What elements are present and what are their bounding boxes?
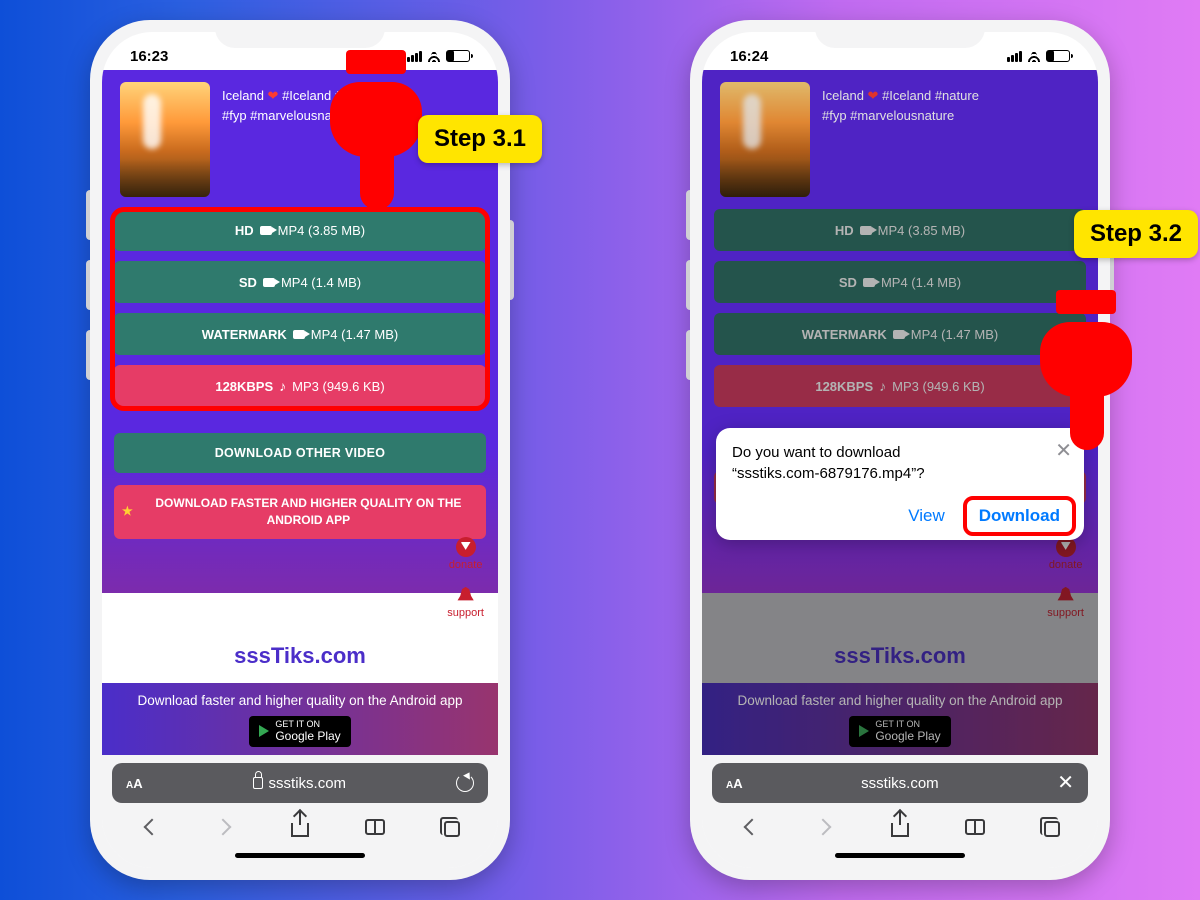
video-icon — [293, 330, 305, 339]
bookmarks-button[interactable] — [963, 815, 987, 839]
pointer-hand-icon — [1020, 290, 1140, 460]
music-note-icon: ♪ — [279, 378, 286, 394]
label: MP4 (1.4 MB) — [281, 275, 361, 290]
donate-icon — [456, 537, 476, 557]
heart-icon: ❤ — [268, 88, 279, 103]
back-button[interactable] — [738, 815, 762, 839]
label: WATERMARK — [202, 327, 287, 342]
forward-button[interactable] — [813, 815, 837, 839]
star-icon: ★ — [122, 503, 133, 520]
status-icons — [1007, 50, 1070, 62]
url-display: ssstiks.com — [253, 775, 347, 792]
lock-icon — [253, 777, 263, 789]
download-mp3-button[interactable]: 128KBPS ♪ MP3 (949.6 KB) — [114, 365, 486, 407]
highlight-outline — [963, 496, 1076, 536]
address-bar[interactable]: AA ssstiks.com — [112, 763, 488, 803]
label: MP4 (1.47 MB) — [311, 327, 398, 342]
dialog-actions: View Download — [732, 502, 1068, 530]
text-size-button[interactable]: AA — [126, 776, 143, 791]
safari-toolbar — [712, 803, 1088, 851]
home-indicator[interactable] — [235, 853, 365, 858]
download-watermark-button[interactable]: WATERMARK MP4 (1.47 MB) — [114, 313, 486, 355]
floating-actions: donate support — [447, 537, 484, 619]
donate-button[interactable]: donate — [449, 537, 483, 571]
android-app-promo-button[interactable]: ★ DOWNLOAD FASTER AND HIGHER QUALITY ON … — [114, 485, 486, 539]
phone-mockup-right: Step 3.2 16:24 Iceland ❤ #Iceland #natur… — [690, 20, 1110, 880]
download-button[interactable]: Download — [971, 502, 1068, 530]
step-label: Step 3.2 — [1074, 210, 1198, 258]
video-icon — [263, 278, 275, 287]
label: Download faster and higher quality on th… — [138, 693, 463, 708]
download-options: HD MP4 (3.85 MB) SD MP4 (1.4 MB) WATERMA… — [102, 205, 498, 415]
status-time: 16:24 — [730, 48, 768, 65]
phone-mockup-left: Step 3.1 16:23 Iceland ❤ #Iceland #natur… — [90, 20, 510, 880]
safari-chrome: AA ssstiks.com — [102, 755, 498, 868]
tabs-button[interactable] — [1038, 815, 1062, 839]
step-label: Step 3.1 — [418, 115, 542, 163]
phone-notch — [215, 20, 385, 48]
text: Do you want to download — [732, 444, 900, 461]
text-size-button[interactable]: AA — [726, 776, 743, 791]
app-content: Iceland ❤ #Iceland #nature #fyp #marvelo… — [102, 70, 498, 755]
label: SD — [239, 275, 257, 290]
download-hd-button[interactable]: HD MP4 (3.85 MB) — [114, 209, 486, 251]
dialog-message: Do you want to download “ssstiks.com-687… — [732, 442, 1068, 484]
label: MP4 (3.85 MB) — [278, 223, 365, 238]
download-sd-button[interactable]: SD MP4 (1.4 MB) — [114, 261, 486, 303]
safari-chrome: AA ssstiks.com ✕ — [702, 755, 1098, 868]
status-time: 16:23 — [130, 48, 168, 65]
reload-icon[interactable] — [456, 774, 474, 792]
label: Google Play — [275, 730, 340, 743]
label: donate — [449, 559, 483, 571]
signal-icon — [1007, 51, 1022, 62]
google-play-badge[interactable]: GET IT ONGoogle Play — [249, 716, 350, 747]
wifi-icon — [1026, 50, 1042, 62]
url-display: ssstiks.com — [861, 775, 939, 792]
share-button[interactable] — [888, 815, 912, 839]
caption-text: Iceland — [222, 88, 268, 103]
label: 128KBPS — [215, 379, 273, 394]
bell-icon — [457, 587, 475, 605]
forward-button[interactable] — [213, 815, 237, 839]
tabs-button[interactable] — [438, 815, 462, 839]
video-icon — [260, 226, 272, 235]
bookmarks-button[interactable] — [363, 815, 387, 839]
home-indicator[interactable] — [835, 853, 965, 858]
label: DOWNLOAD FASTER AND HIGHER QUALITY ON TH… — [139, 495, 478, 529]
phone-notch — [815, 20, 985, 48]
view-button[interactable]: View — [908, 506, 945, 526]
url-text: ssstiks.com — [269, 775, 347, 792]
label: HD — [235, 223, 254, 238]
play-icon — [259, 725, 269, 737]
back-button[interactable] — [138, 815, 162, 839]
site-name: sssTiks.com — [102, 593, 498, 677]
text: “ssstiks.com-6879176.mp4”? — [732, 465, 925, 482]
safari-toolbar — [112, 803, 488, 851]
page-footer: donate support sssTiks.com — [102, 593, 498, 683]
share-button[interactable] — [288, 815, 312, 839]
address-bar[interactable]: AA ssstiks.com ✕ — [712, 763, 1088, 803]
label: MP3 (949.6 KB) — [292, 379, 385, 394]
battery-icon — [446, 50, 470, 62]
url-text: ssstiks.com — [861, 775, 939, 792]
close-icon[interactable]: ✕ — [1057, 773, 1074, 793]
secondary-actions: DOWNLOAD OTHER VIDEO ★ DOWNLOAD FASTER A… — [102, 415, 498, 549]
support-button[interactable]: support — [447, 587, 484, 619]
battery-icon — [1046, 50, 1070, 62]
video-thumbnail[interactable] — [120, 82, 210, 197]
promo-banner[interactable]: Download faster and higher quality on th… — [102, 683, 498, 755]
pointer-hand-icon — [310, 50, 430, 220]
label: support — [447, 607, 484, 619]
download-other-video-button[interactable]: DOWNLOAD OTHER VIDEO — [114, 433, 486, 473]
